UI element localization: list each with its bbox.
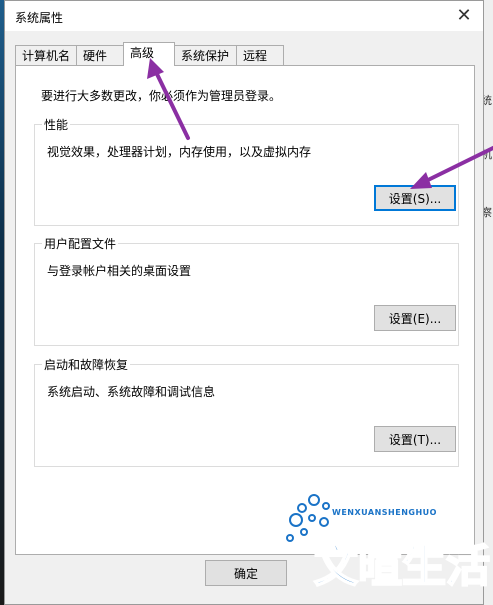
performance-settings-button[interactable]: 设置(S)... <box>374 185 456 211</box>
startup-recovery-group: 启动和故障恢复 系统启动、系统故障和调试信息 设置(T)... <box>34 356 459 467</box>
advanced-tab-panel: 要进行大多数更改，你必须作为管理员登录。 性能 视觉效果，处理器计划，内存使用，… <box>15 65 475 555</box>
ok-button[interactable]: 确定 <box>205 560 287 586</box>
watermark-subtitle: WENXUANSHENGHUO <box>332 508 437 517</box>
user-profiles-description: 与登录帐户相关的桌面设置 <box>47 264 192 278</box>
user-profiles-group: 用户配置文件 与登录帐户相关的桌面设置 设置(E)... <box>34 235 459 346</box>
tab-advanced[interactable]: 高级 <box>123 42 175 66</box>
user-profiles-settings-button[interactable]: 设置(E)... <box>374 305 456 331</box>
performance-group-title: 性能 <box>42 116 71 133</box>
tab-hardware[interactable]: 硬件 <box>76 45 124 65</box>
window-title: 系统属性 <box>15 11 64 25</box>
close-icon: ✕ <box>456 5 472 26</box>
watermark-title: 文暄生活 <box>313 540 491 593</box>
performance-group: 性能 视觉效果，处理器计划，内存使用，以及虚拟内存 设置(S)... <box>34 116 459 226</box>
admin-notice: 要进行大多数更改，你必须作为管理员登录。 <box>41 89 282 103</box>
startup-recovery-group-title: 启动和故障恢复 <box>42 356 131 373</box>
watermark-logo: WENXUANSHENGHUO 文暄生活 <box>282 490 491 605</box>
user-profiles-group-title: 用户配置文件 <box>42 235 119 252</box>
startup-recovery-settings-button[interactable]: 设置(T)... <box>374 426 456 452</box>
tab-computer-name[interactable]: 计算机名 <box>15 45 77 65</box>
startup-recovery-description: 系统启动、系统故障和调试信息 <box>47 385 216 399</box>
tab-system-protection[interactable]: 系统保护 <box>174 45 237 65</box>
tab-remote[interactable]: 远程 <box>236 45 284 65</box>
performance-description: 视觉效果，处理器计划，内存使用，以及虚拟内存 <box>47 145 312 159</box>
title-bar[interactable]: 系统属性 ✕ <box>5 1 483 31</box>
close-button[interactable]: ✕ <box>453 5 475 27</box>
